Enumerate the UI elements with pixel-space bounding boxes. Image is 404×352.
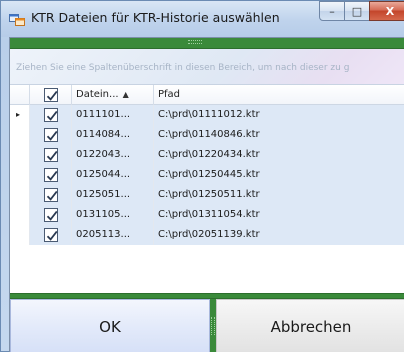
minimize-icon: – xyxy=(329,4,335,18)
top-splitter[interactable] xyxy=(10,38,404,49)
row-check-cell xyxy=(30,145,72,165)
checkmark-icon xyxy=(46,90,58,101)
close-button[interactable]: X xyxy=(369,1,404,21)
table-row[interactable]: 0122043... C:\prd\01220434.ktr xyxy=(10,145,404,165)
sort-ascending-icon: ▲ xyxy=(122,90,129,99)
maximize-icon: □ xyxy=(351,4,363,18)
splitter-grip-icon xyxy=(211,317,215,335)
column-header-file-label: Datein... xyxy=(76,89,119,100)
minimize-button[interactable]: – xyxy=(319,1,345,21)
table-row[interactable]: 0125051... C:\prd\01250511.ktr xyxy=(10,185,404,205)
client-area: Ziehen Sie eine Spaltenüberschrift in di… xyxy=(9,37,404,352)
row-checkbox[interactable] xyxy=(44,148,58,162)
cell-file-path[interactable]: C:\prd\01140846.ktr xyxy=(154,125,404,145)
header-indicator-cell xyxy=(10,85,30,105)
header-check-column[interactable] xyxy=(30,85,72,105)
row-checkbox[interactable] xyxy=(44,188,58,202)
close-icon: X xyxy=(385,4,395,18)
checkmark-icon xyxy=(46,190,58,201)
maximize-button[interactable]: □ xyxy=(344,1,370,21)
cell-file-path[interactable]: C:\prd\02051139.ktr xyxy=(154,225,404,245)
table-row[interactable]: 0125044... C:\prd\01250445.ktr xyxy=(10,165,404,185)
button-area: OK Abbrechen xyxy=(10,299,404,352)
row-check-cell xyxy=(30,225,72,245)
app-window-icon xyxy=(9,14,25,26)
column-header-file[interactable]: Datein... ▲ xyxy=(72,85,154,105)
row-indicator[interactable] xyxy=(10,185,30,205)
cancel-button[interactable]: Abbrechen xyxy=(216,299,404,352)
row-checkbox[interactable] xyxy=(44,128,58,142)
row-check-cell xyxy=(30,185,72,205)
column-header-path-label: Pfad xyxy=(158,89,181,100)
row-check-cell xyxy=(30,105,72,125)
row-checkbox[interactable] xyxy=(44,108,58,122)
row-indicator[interactable] xyxy=(10,205,30,225)
row-check-cell xyxy=(30,205,72,225)
group-by-panel[interactable]: Ziehen Sie eine Spaltenüberschrift in di… xyxy=(10,49,404,85)
cell-file-name[interactable]: 0111101... xyxy=(72,105,154,125)
table-row[interactable]: ▸ 0111101... C:\prd\01111012.ktr xyxy=(10,105,404,125)
dialog-window: KTR Dateien für KTR-Historie auswählen –… xyxy=(0,0,404,352)
ok-button[interactable]: OK xyxy=(10,299,210,352)
row-check-cell xyxy=(30,165,72,185)
cell-file-path[interactable]: C:\prd\01220434.ktr xyxy=(154,145,404,165)
window-title: KTR Dateien für KTR-Historie auswählen xyxy=(31,10,280,25)
checkmark-icon xyxy=(46,150,58,161)
grid-header: Datein... ▲ Pfad xyxy=(10,85,404,105)
cell-file-name[interactable]: 0122043... xyxy=(72,145,154,165)
row-indicator[interactable] xyxy=(10,165,30,185)
cell-file-name[interactable]: 0125044... xyxy=(72,165,154,185)
checkmark-icon xyxy=(46,110,58,121)
cell-file-name[interactable]: 0205113... xyxy=(72,225,154,245)
cell-file-name[interactable]: 0125051... xyxy=(72,185,154,205)
checkmark-icon xyxy=(46,130,58,141)
splitter-grip-icon xyxy=(188,40,202,44)
group-panel-hint: Ziehen Sie eine Spaltenüberschrift in di… xyxy=(16,63,350,73)
cell-file-name[interactable]: 0131105... xyxy=(72,205,154,225)
cell-file-path[interactable]: C:\prd\01250511.ktr xyxy=(154,185,404,205)
row-indicator[interactable] xyxy=(10,225,30,245)
files-grid: Datein... ▲ Pfad ▸ 0111101... C:\prd\011110… xyxy=(10,85,404,303)
cell-file-path[interactable]: C:\prd\01311054.ktr xyxy=(154,205,404,225)
table-row[interactable]: 0205113... C:\prd\02051139.ktr xyxy=(10,225,404,245)
row-checkbox[interactable] xyxy=(44,168,58,182)
checkmark-icon xyxy=(46,170,58,181)
table-row[interactable]: 0114084... C:\prd\01140846.ktr xyxy=(10,125,404,145)
column-header-path[interactable]: Pfad xyxy=(154,85,404,105)
checkmark-icon xyxy=(46,230,58,241)
table-row[interactable]: 0131105... C:\prd\01311054.ktr xyxy=(10,205,404,225)
row-checkbox[interactable] xyxy=(44,208,58,222)
header-checkbox[interactable] xyxy=(44,88,58,102)
title-bar[interactable]: KTR Dateien für KTR-Historie auswählen –… xyxy=(1,1,404,37)
current-row-arrow-icon: ▸ xyxy=(16,110,21,119)
row-check-cell xyxy=(30,125,72,145)
row-indicator[interactable] xyxy=(10,145,30,165)
row-indicator[interactable]: ▸ xyxy=(10,105,30,125)
checkmark-icon xyxy=(46,210,58,221)
cell-file-path[interactable]: C:\prd\01250445.ktr xyxy=(154,165,404,185)
cell-file-path[interactable]: C:\prd\01111012.ktr xyxy=(154,105,404,125)
row-indicator[interactable] xyxy=(10,125,30,145)
row-checkbox[interactable] xyxy=(44,228,58,242)
cell-file-name[interactable]: 0114084... xyxy=(72,125,154,145)
